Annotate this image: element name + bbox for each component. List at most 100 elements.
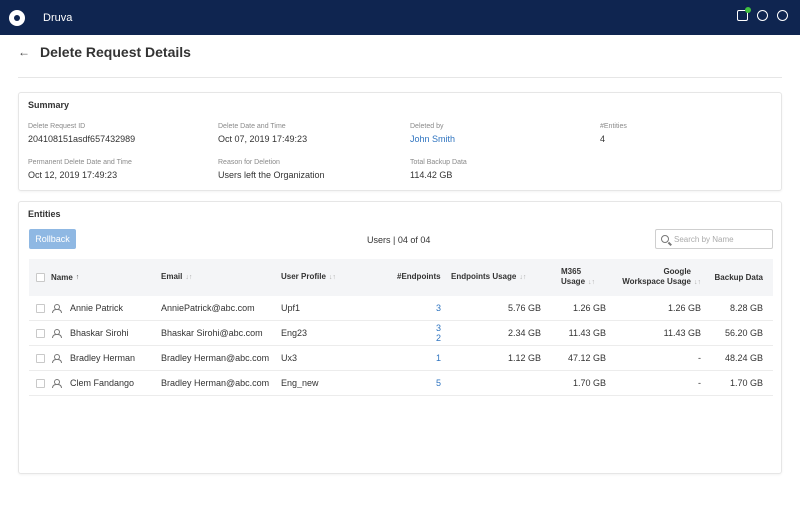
reason-label: Reason for Deletion: [218, 159, 280, 166]
profile-cell: Eng23: [281, 328, 308, 338]
reason-field: Reason for Deletion Users left the Organ…: [218, 159, 325, 180]
row-checkbox-cell: [29, 303, 51, 313]
notification-dot: [745, 7, 751, 13]
select-all-checkbox[interactable]: [35, 273, 45, 282]
row-checkbox-cell: [29, 353, 51, 363]
table-row[interactable]: Bradley Herman Bradley Herman@abc.com Ux…: [29, 346, 773, 371]
m365-usage-cell: 11.43 GB: [568, 328, 606, 338]
endpoints-cell: 3: [371, 303, 441, 313]
entities-title: Entities: [28, 209, 61, 219]
column-header-m365[interactable]: M365 Usage ↓↑: [541, 267, 606, 288]
deleted-by-link[interactable]: John Smith: [410, 134, 455, 144]
total-backup-value: 114.42 GB: [410, 170, 453, 180]
table-row[interactable]: Annie Patrick AnniePatrick@abc.com Upf1 …: [29, 296, 773, 321]
select-all-cell: [29, 273, 51, 282]
user-name: Bhaskar Sirohi: [70, 328, 129, 338]
row-checkbox-cell: [29, 328, 51, 338]
column-header-endpoints[interactable]: #Endpoints↓↑: [371, 272, 441, 283]
column-header-backup[interactable]: Backup Data: [701, 273, 769, 283]
request-id-label: Delete Request ID: [28, 123, 86, 130]
endpoints-cell: 1: [371, 353, 441, 363]
name-cell: Clem Fandango: [51, 378, 161, 388]
name-cell: Bradley Herman: [51, 353, 161, 363]
column-gws-label-line2: Workspace Usage: [622, 277, 691, 286]
email-cell: Bradley Herman@abc.com: [161, 353, 270, 363]
sort-icon: ↓↑: [694, 279, 701, 286]
column-header-profile[interactable]: User Profile ↓↑: [281, 272, 371, 283]
endpoints-usage-cell: 1.12 GB: [507, 353, 541, 363]
column-email-label: Email: [161, 272, 183, 281]
column-header-gws[interactable]: Google Workspace Usage ↓↑: [606, 267, 701, 288]
sort-icon: ↓↑: [519, 274, 527, 281]
entities-count-value: 4: [600, 134, 606, 144]
entities-table: Name↑ Email↓↑ User Profile↓↑ #Endpoints↓…: [29, 259, 773, 396]
profile-cell: Eng_new: [281, 378, 319, 388]
email-cell: AnniePatrick@abc.com: [161, 303, 255, 313]
m365-usage-cell: 47.12 GB: [567, 353, 606, 363]
delete-datetime-label: Delete Date and Time: [218, 123, 286, 130]
column-header-email[interactable]: Email ↓↑: [161, 272, 281, 283]
page-header: ← Delete Request Details: [18, 44, 191, 60]
table-header: Name↑ Email↓↑ User Profile↓↑ #Endpoints↓…: [29, 259, 773, 296]
search-input[interactable]: [674, 234, 770, 244]
gws-usage-cell: 1.26 GB: [667, 303, 701, 313]
backup-data-cell: 48.24 GB: [724, 353, 763, 363]
back-arrow-icon[interactable]: ←: [18, 45, 30, 59]
sort-icon: ↓↑: [588, 279, 596, 286]
brand-name: Druva: [43, 11, 73, 24]
total-backup-label: Total Backup Data: [410, 159, 467, 166]
column-gws-label-line1: Google: [663, 267, 691, 276]
endpoints-cell: 5: [371, 378, 441, 388]
user-icon: [51, 378, 62, 388]
column-name-label: Name: [51, 272, 73, 282]
user-name: Bradley Herman: [70, 353, 136, 363]
table-row[interactable]: Clem Fandango Bradley Herman@abc.com Eng…: [29, 371, 773, 396]
entities-card: Entities Rollback Users | 04 of 04 Name↑…: [18, 201, 782, 474]
sort-icon: ↓↑: [185, 274, 193, 281]
sort-asc-icon: ↑: [75, 273, 80, 281]
row-checkbox[interactable]: [35, 378, 45, 388]
row-checkbox[interactable]: [35, 353, 45, 363]
row-checkbox[interactable]: [35, 303, 45, 313]
endpoints-usage-cell: 2.34 GB: [507, 328, 541, 338]
druva-logo-icon[interactable]: [9, 9, 25, 26]
m365-usage-cell: 1.70 GB: [572, 378, 606, 388]
email-cell: Bradley Herman@abc.com: [161, 378, 270, 388]
gws-usage-cell: -: [698, 353, 701, 363]
user-icon: [51, 328, 62, 338]
header-divider: [18, 77, 782, 78]
endpoints-link[interactable]: 5: [436, 378, 441, 388]
deleted-by-field: Deleted by John Smith: [410, 123, 455, 144]
users-count: Users | 04 of 04: [367, 235, 431, 245]
page-title: Delete Request Details: [40, 44, 191, 60]
column-endpoints-usage-label: Endpoints Usage: [451, 272, 517, 281]
column-header-endpoints-usage[interactable]: Endpoints Usage ↓↑: [441, 272, 541, 283]
rollback-button[interactable]: Rollback: [29, 229, 76, 249]
name-cell: Bhaskar Sirohi: [51, 328, 161, 338]
user-icon: [51, 353, 62, 363]
profile-cell: Ux3: [281, 353, 298, 363]
delete-datetime-field: Delete Date and Time Oct 07, 2019 17:49:…: [218, 123, 307, 144]
help-icon[interactable]: [757, 10, 768, 21]
endpoints-usage-cell: 5.76 GB: [507, 303, 541, 313]
column-header-name[interactable]: Name ↑: [51, 273, 161, 283]
column-endpoints-label: #Endpoints: [397, 272, 441, 281]
table-row[interactable]: Bhaskar Sirohi Bhaskar Sirohi@abc.com En…: [29, 321, 773, 346]
notifications-icon[interactable]: [737, 7, 751, 21]
search-icon: [661, 235, 669, 243]
entities-count-label: #Entities: [600, 123, 627, 130]
user-icon: [51, 303, 62, 313]
gws-usage-cell: 11.43 GB: [663, 328, 701, 338]
endpoints-cell: 32: [371, 323, 441, 343]
row-checkbox[interactable]: [35, 328, 45, 338]
name-cell: Annie Patrick: [51, 303, 161, 313]
summary-card: Summary Delete Request ID 204108151asdf6…: [18, 92, 782, 191]
search-box[interactable]: [655, 229, 773, 249]
sort-icon: ↓↑: [328, 274, 336, 281]
column-backup-label: Backup Data: [714, 272, 763, 282]
column-m365-label-line1: M365: [561, 267, 582, 276]
user-account-icon[interactable]: [777, 10, 788, 21]
total-backup-field: Total Backup Data 114.42 GB: [410, 159, 467, 180]
entities-count-field: #Entities 4: [600, 123, 627, 144]
email-cell: Bhaskar Sirohi@abc.com: [161, 328, 263, 338]
